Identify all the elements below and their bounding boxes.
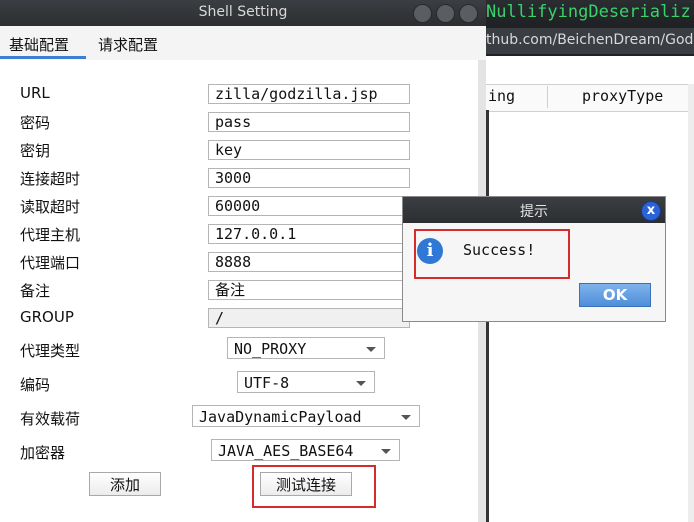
dialog-titlebar[interactable]: 提示 x — [403, 197, 665, 223]
chevron-down-icon — [401, 415, 411, 420]
proxy-port-field[interactable]: 8888 — [208, 252, 410, 272]
key-label: 密钥 — [20, 142, 51, 160]
highlight-box — [414, 229, 570, 279]
payload-select[interactable]: JavaDynamicPayload — [192, 405, 420, 427]
table-column-header[interactable]: ing — [488, 87, 515, 105]
proxy-type-label: 代理类型 — [20, 342, 81, 360]
column-divider[interactable] — [547, 86, 548, 108]
ok-button[interactable]: OK — [579, 283, 651, 307]
group-field[interactable]: / — [208, 308, 410, 328]
encoding-label: 编码 — [20, 376, 51, 394]
dialog-title: 提示 — [520, 204, 548, 220]
url-field[interactable]: zilla/godzilla.jsp — [208, 84, 410, 104]
add-button[interactable]: 添加 — [89, 472, 161, 496]
connect-timeout-field[interactable]: 3000 — [208, 168, 410, 188]
read-timeout-label: 读取超时 — [20, 198, 81, 216]
close-icon[interactable]: x — [641, 201, 661, 221]
connect-timeout-label: 连接超时 — [20, 170, 81, 188]
table-column-header[interactable]: proxyType — [582, 87, 663, 105]
message-dialog: 提示 x i Success! OK — [402, 196, 666, 322]
minimize-button[interactable] — [413, 4, 432, 23]
proxy-host-field[interactable]: 127.0.0.1 — [208, 224, 410, 244]
cryption-select[interactable]: JAVA_AES_BASE64 — [211, 439, 400, 461]
encoding-value: UTF-8 — [244, 374, 290, 392]
encoding-select[interactable]: UTF-8 — [237, 371, 375, 393]
proxy-host-label: 代理主机 — [20, 226, 81, 244]
background-url[interactable]: thub.com/BeichenDream/Godz — [486, 32, 694, 48]
password-label: 密码 — [20, 114, 51, 132]
cryption-label: 加密器 — [20, 444, 66, 462]
close-window-button[interactable] — [459, 4, 478, 23]
tab-request-config[interactable]: 请求配置 — [98, 34, 158, 55]
note-field[interactable]: 备注 — [208, 280, 410, 300]
active-tab-indicator — [0, 56, 86, 59]
tab-basic-config[interactable]: 基础配置 — [9, 34, 69, 55]
payload-value: JavaDynamicPayload — [199, 408, 362, 426]
proxy-port-label: 代理端口 — [20, 254, 81, 272]
key-field[interactable]: key — [208, 140, 410, 160]
note-label: 备注 — [20, 282, 51, 300]
payload-label: 有效载荷 — [20, 410, 81, 428]
chevron-down-icon — [366, 347, 376, 352]
proxy-type-select[interactable]: NO_PROXY — [227, 337, 385, 359]
maximize-button[interactable] — [436, 4, 455, 23]
background-title: NullifyingDeserializ — [486, 2, 691, 22]
url-label: URL — [20, 84, 50, 102]
chevron-down-icon — [381, 449, 391, 454]
group-label: GROUP — [20, 308, 74, 326]
window-titlebar[interactable]: Shell Setting — [0, 0, 486, 26]
password-field[interactable]: pass — [208, 112, 410, 132]
chevron-down-icon — [356, 381, 366, 386]
read-timeout-field[interactable]: 60000 — [208, 196, 410, 216]
background-scrollbar[interactable] — [688, 84, 694, 522]
cryption-value: JAVA_AES_BASE64 — [218, 442, 354, 460]
proxy-type-value: NO_PROXY — [234, 340, 307, 358]
highlight-box — [252, 465, 376, 508]
